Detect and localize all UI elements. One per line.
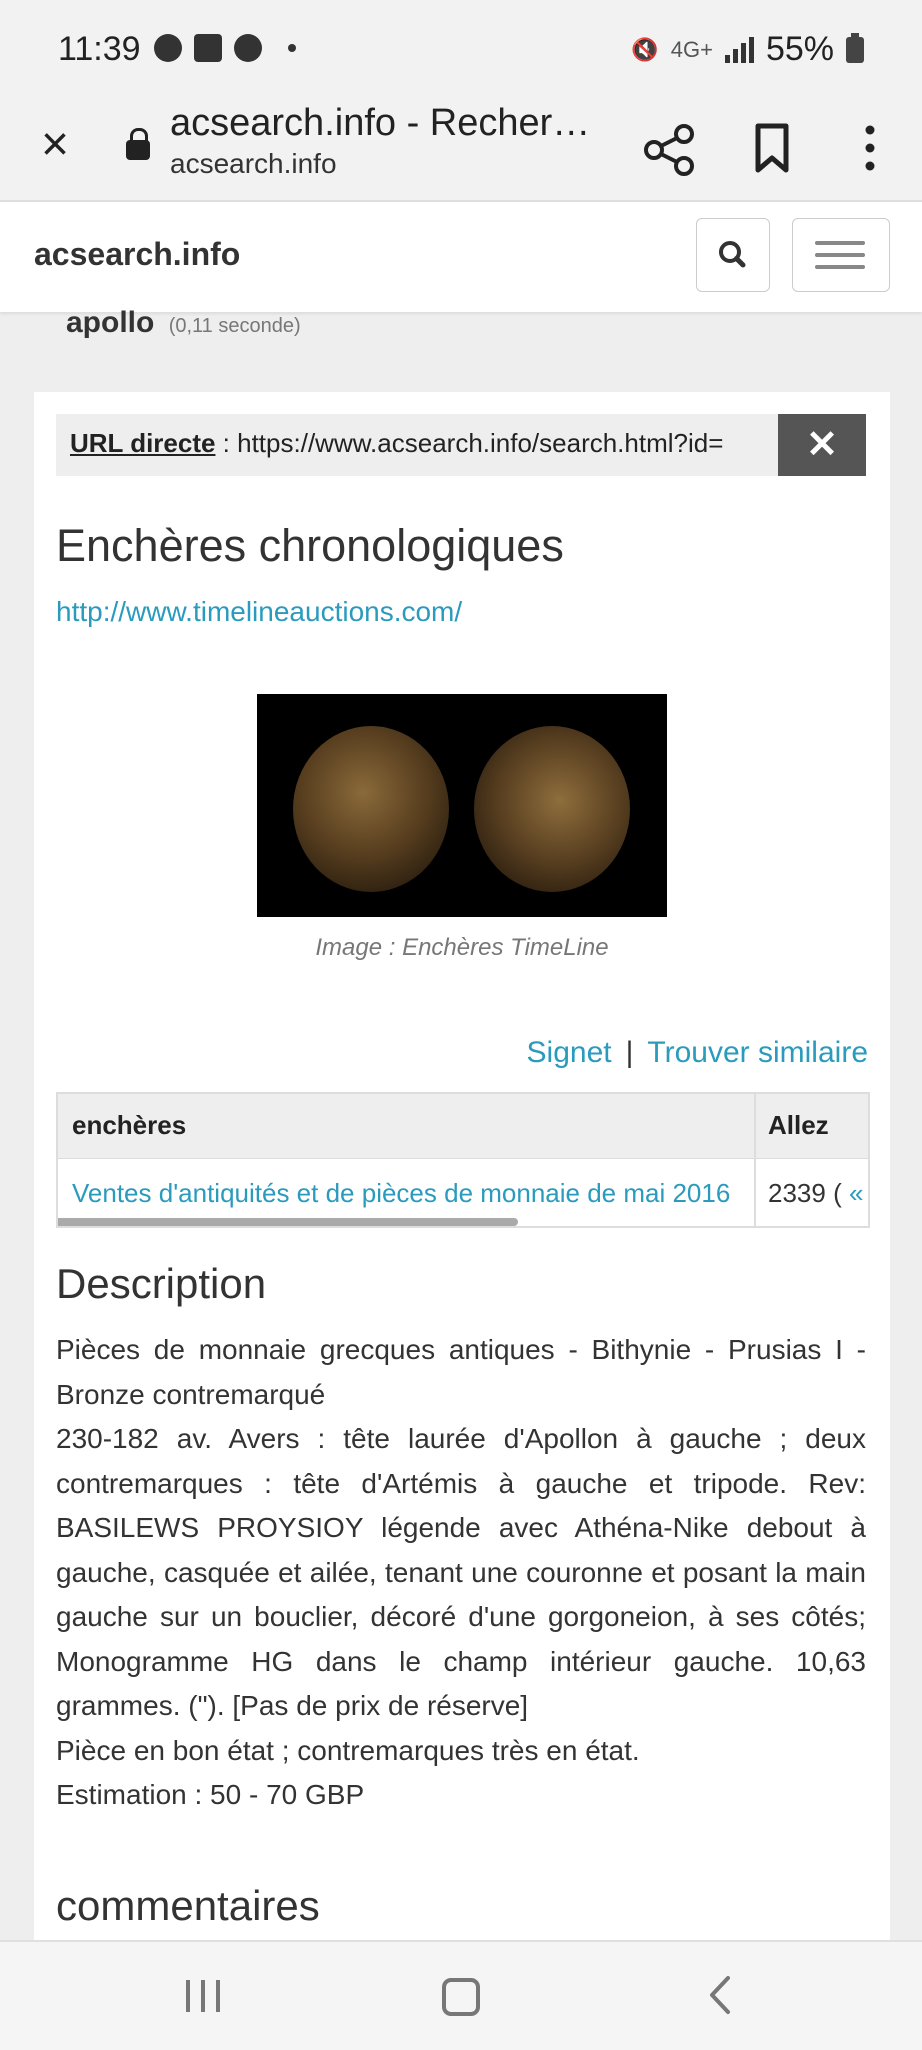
direct-url-label[interactable]: URL directe bbox=[70, 428, 215, 458]
bookmark-link[interactable]: Signet bbox=[527, 1036, 612, 1069]
status-bar: 11:39 🔇 4G+ 55% bbox=[0, 0, 922, 100]
table-horizontal-scrollbar[interactable] bbox=[58, 1218, 518, 1226]
status-time: 11:39 bbox=[58, 30, 141, 68]
battery-icon bbox=[846, 32, 864, 63]
direct-url[interactable]: URL directe : https://www.acsearch.info/… bbox=[70, 428, 750, 459]
app-notification-icon bbox=[154, 34, 182, 62]
lock-icon[interactable] bbox=[126, 128, 150, 160]
auction-house-link[interactable]: http://www.timelineauctions.com/ bbox=[56, 596, 462, 628]
coin-obverse bbox=[293, 726, 449, 892]
sale-link[interactable]: Ventes d'antiquités et de pièces de monn… bbox=[72, 1178, 730, 1209]
notification-icons bbox=[154, 34, 296, 62]
header-go: Allez bbox=[768, 1110, 829, 1140]
search-button[interactable] bbox=[696, 218, 770, 292]
info-icon bbox=[234, 34, 262, 62]
battery-level: 55% bbox=[765, 30, 834, 68]
header-auctions: enchères bbox=[72, 1110, 187, 1140]
find-similar-link[interactable]: Trouver similaire bbox=[647, 1036, 868, 1069]
more-notifications-dot-icon bbox=[288, 44, 296, 52]
description-line: Estimation : 50 - 70 GBP bbox=[56, 1779, 365, 1810]
status-indicators: 🔇 4G+ 55% bbox=[631, 30, 864, 69]
comments-title: commentaires bbox=[56, 1882, 320, 1929]
coin-image[interactable] bbox=[257, 694, 667, 917]
lot-number: 2339 ( bbox=[768, 1178, 842, 1208]
home-icon[interactable] bbox=[442, 1978, 480, 2016]
description-line: 230-182 av. Avers : tête laurée d'Apollo… bbox=[56, 1423, 866, 1721]
search-icon bbox=[719, 241, 746, 268]
url-close-button[interactable]: ✕ bbox=[778, 414, 866, 476]
signal-icon bbox=[724, 36, 754, 63]
search-query: apollo (0,11 seconde) bbox=[66, 306, 301, 340]
network-type: 4G+ bbox=[670, 36, 713, 62]
column-divider bbox=[754, 1094, 756, 1226]
close-icon[interactable]: × bbox=[30, 120, 80, 170]
result-actions: Signet | Trouver similaire bbox=[527, 1036, 868, 1070]
query-term: apollo bbox=[66, 306, 155, 339]
back-icon[interactable] bbox=[700, 1972, 740, 2018]
table-header: enchères Allez bbox=[58, 1094, 868, 1159]
system-nav-bar bbox=[0, 1940, 922, 2050]
menu-button[interactable] bbox=[792, 218, 890, 292]
actions-separator: | bbox=[625, 1036, 634, 1069]
lot-cell: 2339 ( « bbox=[768, 1178, 863, 1209]
recents-icon[interactable] bbox=[186, 1980, 220, 2012]
description-line: Pièce en bon état ; contremarques très e… bbox=[56, 1734, 640, 1766]
more-vertical-icon[interactable] bbox=[852, 118, 888, 178]
url-domain[interactable]: acsearch.info bbox=[170, 148, 337, 180]
direct-url-bar: URL directe : https://www.acsearch.info/… bbox=[56, 414, 866, 476]
mute-icon: 🔇 bbox=[631, 36, 659, 62]
site-brand[interactable]: acsearch.info bbox=[34, 236, 240, 273]
tab-title[interactable]: acsearch.info - Recher… bbox=[170, 102, 590, 145]
bookmark-icon[interactable] bbox=[752, 118, 792, 178]
result-card: URL directe : https://www.acsearch.info/… bbox=[34, 392, 890, 1952]
site-header: acsearch.info bbox=[0, 202, 922, 312]
gallery-icon bbox=[194, 34, 222, 62]
description-line: Pièces de monnaie grecques antiques - Bi… bbox=[56, 1334, 866, 1410]
lot-prev-link[interactable]: « bbox=[849, 1178, 863, 1208]
coin-reverse bbox=[474, 726, 630, 892]
direct-url-value: : https://www.acsearch.info/search.html?… bbox=[215, 428, 724, 458]
auction-house-title: Enchères chronologiques bbox=[56, 520, 564, 571]
image-caption: Image : Enchères TimeLine bbox=[315, 934, 609, 961]
share-icon[interactable] bbox=[640, 122, 700, 178]
description-body: Pièces de monnaie grecques antiques - Bi… bbox=[56, 1328, 866, 1818]
auction-table: enchères Allez Ventes d'antiquités et de… bbox=[56, 1092, 870, 1228]
browser-toolbar: × acsearch.info - Recher… acsearch.info bbox=[0, 100, 922, 202]
query-time: (0,11 seconde) bbox=[168, 315, 301, 337]
description-title: Description bbox=[56, 1260, 267, 1307]
